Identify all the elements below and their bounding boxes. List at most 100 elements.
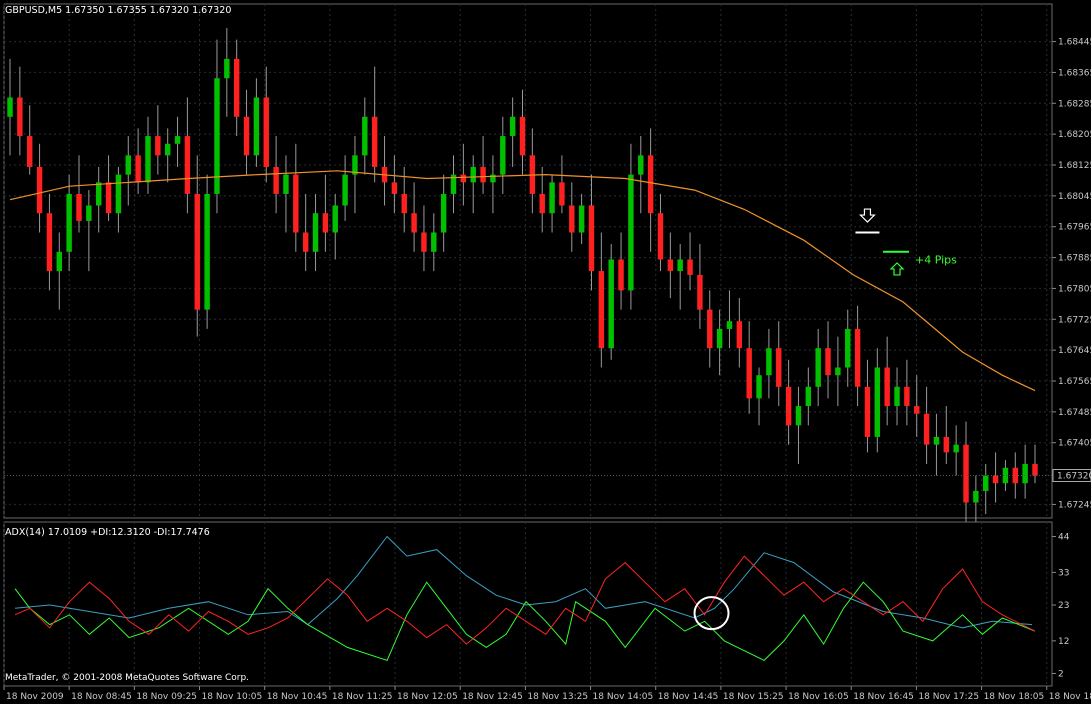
candle-bull <box>638 155 643 174</box>
candle-bear <box>589 206 594 272</box>
copyright-text: MetaTrader, © 2001-2008 MetaQuotes Softw… <box>5 673 249 683</box>
candle-bear <box>559 182 564 205</box>
candle-bull <box>342 175 347 206</box>
candle-bear <box>737 321 742 348</box>
candle-bear <box>944 437 949 452</box>
time-label: 18 Nov 2009 <box>6 692 64 702</box>
candle-bear <box>480 167 485 182</box>
candle-bear <box>697 275 702 310</box>
time-label: 18 Nov 12:05 <box>397 692 458 702</box>
candle-bull <box>86 206 91 221</box>
candle-bear <box>786 387 791 426</box>
candle-bear <box>746 348 751 398</box>
price-tick-label: 1.67645 <box>1058 346 1091 356</box>
candle-bull <box>756 375 761 398</box>
candle-bear <box>904 387 909 406</box>
candle-bull <box>894 387 899 406</box>
candle-bear <box>884 368 889 407</box>
price-tick-label: 1.67245 <box>1058 500 1091 510</box>
price-tick-label: 1.68445 <box>1058 38 1091 48</box>
candle-bull <box>796 406 801 425</box>
indicator-tick-label: 44 <box>1058 533 1070 543</box>
candle-bear <box>411 213 416 232</box>
price-tick-label: 1.68125 <box>1058 161 1091 171</box>
candle-bear <box>855 329 860 387</box>
candle-bear <box>963 445 968 503</box>
time-label: 18 Nov 13:25 <box>527 692 588 702</box>
time-label: 18 Nov 10:05 <box>202 692 263 702</box>
chart-header: GBPUSD,M5 1.67350 1.67355 1.67320 1.6732… <box>5 5 231 16</box>
candle-bear <box>599 271 604 348</box>
candle-bull <box>875 368 880 437</box>
candle-bull <box>1022 464 1027 483</box>
candle-bull <box>510 117 515 136</box>
candle-bull <box>845 329 850 368</box>
candle-bear <box>648 155 653 213</box>
candle-bull <box>254 98 259 156</box>
candle-bear <box>776 348 781 387</box>
candle-bear <box>303 233 308 252</box>
candle-bull <box>953 445 958 453</box>
price-tick-label: 1.67725 <box>1058 315 1091 325</box>
crossover-circle <box>695 597 729 629</box>
candle-bull <box>224 59 229 78</box>
candle-bull <box>608 260 613 349</box>
candle-bull <box>116 175 121 214</box>
candle-bear <box>914 406 919 414</box>
candle-bull <box>983 476 988 491</box>
candle-bull <box>126 155 131 174</box>
time-label: 18 Nov 12:45 <box>462 692 523 702</box>
time-label: 18 Nov 15:25 <box>723 692 784 702</box>
candle-bear <box>865 387 870 437</box>
candle-bull <box>628 175 633 291</box>
price-tick-label: 1.67965 <box>1058 223 1091 233</box>
candle-bull <box>313 213 318 252</box>
candle-bear <box>195 194 200 310</box>
candle-bull <box>333 206 338 233</box>
candle-bear <box>264 98 269 167</box>
candle-bull <box>66 194 71 252</box>
time-label: 18 Nov 16:05 <box>788 692 849 702</box>
candle-bear <box>234 59 239 117</box>
time-label: 18 Nov 10:45 <box>267 692 328 702</box>
pips-annotation: +4 Pips <box>915 254 957 267</box>
time-label: 18 Nov 11:25 <box>332 692 393 702</box>
candle-bull <box>96 182 101 205</box>
candle-bull <box>500 136 505 175</box>
candle-bear <box>707 310 712 349</box>
price-tick-label: 1.67885 <box>1058 254 1091 264</box>
candle-bear <box>658 213 663 259</box>
candle-bear <box>76 194 81 221</box>
candle-bull <box>806 387 811 406</box>
chart-canvas: 1.684451.683651.682851.682051.681251.680… <box>0 0 1091 704</box>
candle-bull <box>7 98 12 117</box>
candle-bear <box>47 213 52 271</box>
price-tick-label: 1.67565 <box>1058 377 1091 387</box>
indicator-tick-label: 23 <box>1058 601 1069 611</box>
indicator-tick-label: 2 <box>1058 669 1064 679</box>
up-arrow-icon <box>891 263 903 275</box>
candle-bull <box>471 167 476 182</box>
candle-bear <box>421 233 426 252</box>
sell-arrow-icon <box>860 209 874 222</box>
indicator-header: ADX(14) 17.0109 +DI:12.3120 -DI:17.7476 <box>5 527 210 538</box>
candle-bull <box>175 136 180 144</box>
candle-bear <box>372 117 377 167</box>
candle-bull <box>717 329 722 348</box>
candle-bear <box>244 117 249 156</box>
candle-bear <box>924 414 929 445</box>
time-label: 18 Nov 18:05 <box>984 692 1045 702</box>
price-tick-label: 1.68285 <box>1058 99 1091 109</box>
candle-bear <box>17 98 22 137</box>
candle-bull <box>677 260 682 272</box>
down-arrow-icon <box>860 209 874 222</box>
candle-bear <box>540 194 545 213</box>
candle-bull <box>579 206 584 233</box>
candle-bear <box>1032 464 1037 476</box>
price-panel-frame <box>4 4 1052 518</box>
candle-bull <box>165 144 170 156</box>
time-label: 18 Nov 09:25 <box>136 692 197 702</box>
candle-bull <box>973 491 978 503</box>
candle-bear <box>687 260 692 275</box>
indicator-tick-label: 33 <box>1058 568 1069 578</box>
